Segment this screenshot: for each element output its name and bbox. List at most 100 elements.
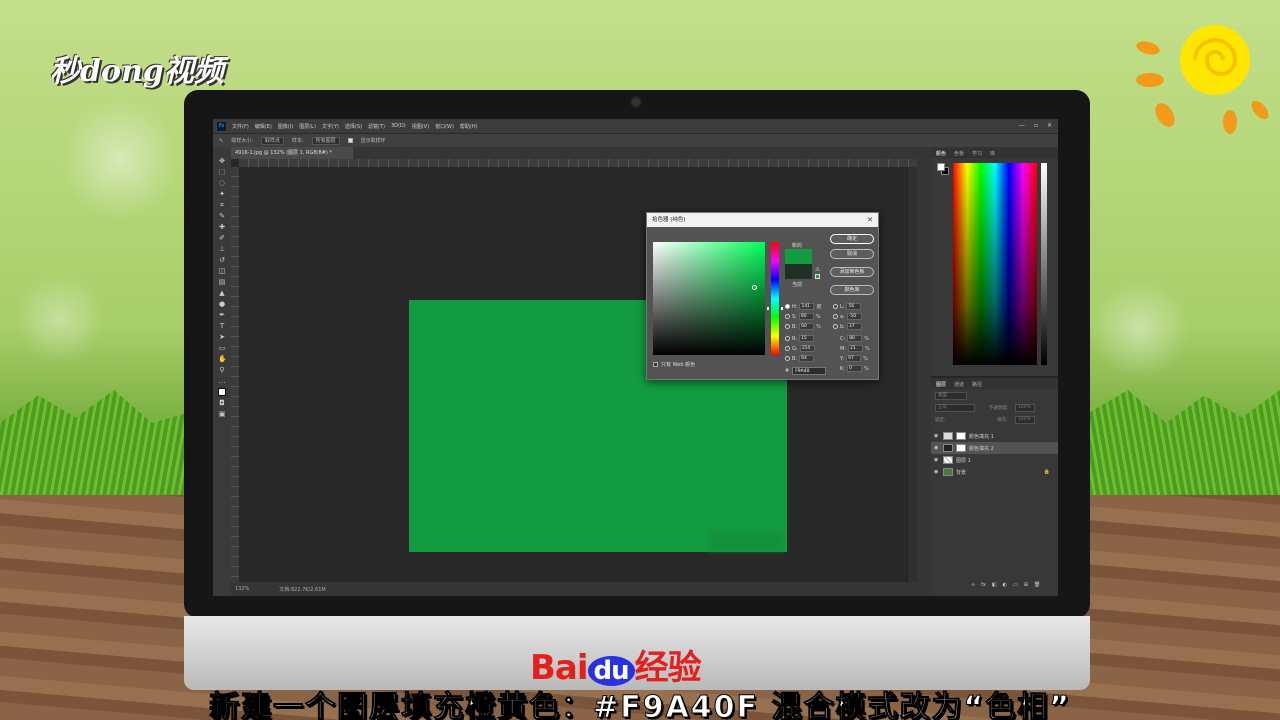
layer-row[interactable]: ◉ 图层 1: [931, 454, 1058, 466]
show-ring-checkbox[interactable]: [347, 138, 353, 143]
close-icon[interactable]: ✕: [1047, 122, 1052, 129]
cancel-button[interactable]: 取消: [830, 249, 874, 259]
ok-button[interactable]: 确定: [830, 234, 874, 244]
menu-type[interactable]: 文字(Y): [322, 123, 339, 130]
healing-tool-icon[interactable]: ✚: [218, 223, 226, 231]
restore-icon[interactable]: ▫: [1034, 122, 1038, 129]
hand-tool-icon[interactable]: ✋: [218, 355, 227, 363]
tab-learn[interactable]: 学习: [972, 150, 982, 157]
menu-edit[interactable]: 编辑(E): [255, 123, 272, 130]
type-tool-icon[interactable]: T: [218, 322, 226, 330]
layer-row-selected[interactable]: ◉ 颜色填充 2: [931, 442, 1058, 454]
sample-select[interactable]: 所有图层: [311, 136, 340, 145]
menu-3d[interactable]: 3D(D): [391, 123, 406, 129]
color-cursor[interactable]: [752, 285, 757, 290]
zoom-tool-icon[interactable]: ⚲: [218, 366, 226, 374]
radio-r[interactable]: [785, 336, 790, 341]
layer-row[interactable]: ◉ 颜色填充 1: [931, 430, 1058, 442]
input-s[interactable]: 90: [798, 313, 814, 320]
layer-row[interactable]: ◉ 背景 🔒: [931, 466, 1058, 478]
input-k[interactable]: 0: [846, 365, 862, 372]
menu-select[interactable]: 选择(S): [345, 123, 362, 130]
zoom-level[interactable]: 132%: [235, 586, 249, 592]
dodge-tool-icon[interactable]: ●: [218, 300, 226, 308]
input-lab-b[interactable]: 37: [846, 323, 862, 330]
input-l[interactable]: 56: [846, 303, 862, 310]
input-a[interactable]: -50: [846, 313, 862, 320]
input-h[interactable]: 141: [799, 303, 815, 310]
grayscale-bar[interactable]: [1041, 163, 1047, 365]
eyedropper-option-icon[interactable]: ✎: [219, 138, 223, 144]
lasso-tool-icon[interactable]: ◌: [218, 179, 226, 187]
marquee-tool-icon[interactable]: ⬚: [218, 168, 226, 176]
minimize-icon[interactable]: —: [1019, 122, 1025, 129]
magic-wand-tool-icon[interactable]: ✦: [218, 190, 226, 198]
path-select-icon[interactable]: ➤: [218, 333, 226, 341]
input-b[interactable]: 60: [799, 323, 815, 330]
input-blue[interactable]: 64: [799, 355, 815, 362]
eraser-tool-icon[interactable]: ◫: [218, 267, 226, 275]
trash-icon[interactable]: 🗑: [1034, 582, 1040, 588]
blend-mode-select[interactable]: 正常: [935, 404, 975, 412]
document-tab[interactable]: 4916-1.jpg @ 132% (图层 1, RGB/8#) *: [231, 147, 353, 159]
close-icon[interactable]: ✕: [867, 213, 873, 227]
web-only-checkbox[interactable]: [653, 362, 658, 367]
foreground-color-swatch[interactable]: [937, 163, 945, 171]
color-libraries-button[interactable]: 颜色库: [830, 285, 874, 295]
input-m[interactable]: 21: [848, 345, 863, 352]
adjustment-icon[interactable]: ◐: [1003, 582, 1007, 588]
tab-layers[interactable]: 图层: [936, 381, 946, 388]
radio-b[interactable]: [785, 324, 790, 329]
move-tool-icon[interactable]: ✥: [218, 157, 226, 165]
menu-filter[interactable]: 滤镜(T): [368, 123, 385, 130]
eye-icon[interactable]: ◉: [934, 457, 940, 463]
crop-tool-icon[interactable]: ⌗: [218, 201, 226, 209]
web-safe-icon[interactable]: [815, 274, 820, 279]
eye-icon[interactable]: ◉: [934, 433, 940, 439]
radio-blue[interactable]: [785, 356, 790, 361]
tab-libraries[interactable]: 库: [990, 150, 995, 157]
tab-channels[interactable]: 通道: [954, 381, 964, 388]
dialog-title-bar[interactable]: 拾色器 (纯色) ✕: [647, 213, 878, 227]
radio-l[interactable]: [833, 304, 838, 309]
current-color-swatch[interactable]: [785, 264, 812, 279]
fx-icon[interactable]: fx: [981, 582, 986, 588]
input-g[interactable]: 154: [799, 345, 815, 352]
group-icon[interactable]: ▭: [1013, 582, 1018, 588]
color-swatch-icon[interactable]: [218, 388, 226, 396]
mask-icon[interactable]: ◧: [992, 582, 997, 588]
stamp-tool-icon[interactable]: ⊥: [218, 245, 226, 253]
tab-color[interactable]: 颜色: [936, 150, 946, 157]
color-spectrum[interactable]: [953, 163, 1037, 365]
tab-paths[interactable]: 路径: [972, 381, 982, 388]
more-tools-icon[interactable]: …: [218, 377, 226, 385]
menu-file[interactable]: 文件(F): [232, 123, 249, 130]
radio-g[interactable]: [785, 346, 790, 351]
fill-field[interactable]: 100%: [1015, 416, 1035, 424]
blur-tool-icon[interactable]: ▲: [218, 289, 226, 297]
pen-tool-icon[interactable]: ✒: [218, 311, 226, 319]
history-brush-icon[interactable]: ↺: [218, 256, 226, 264]
saturation-brightness-field[interactable]: [653, 242, 765, 355]
sample-size-select[interactable]: 取样点: [260, 136, 284, 145]
quick-mask-icon[interactable]: ◘: [218, 399, 226, 407]
menu-window[interactable]: 窗口(W): [435, 123, 454, 130]
eye-icon[interactable]: ◉: [934, 469, 940, 475]
link-icon[interactable]: ∞: [971, 582, 975, 588]
input-r[interactable]: 15: [799, 335, 815, 342]
input-c[interactable]: 80: [847, 335, 863, 342]
eye-icon[interactable]: ◉: [934, 445, 940, 451]
hex-input[interactable]: F9A40: [792, 367, 827, 375]
menu-layer[interactable]: 图层(L): [299, 123, 316, 130]
out-of-gamut-icon[interactable]: ⚠: [815, 266, 820, 273]
eyedropper-tool-icon[interactable]: ✎: [218, 212, 226, 220]
menu-image[interactable]: 图像(I): [278, 123, 293, 130]
menu-view[interactable]: 视图(V): [412, 123, 429, 130]
hue-slider-handle[interactable]: [767, 307, 783, 310]
menu-help[interactable]: 帮助(H): [460, 123, 478, 130]
radio-h[interactable]: [785, 304, 790, 309]
opacity-field[interactable]: 100%: [1015, 404, 1035, 412]
tab-swatches[interactable]: 色板: [954, 150, 964, 157]
add-to-swatches-button[interactable]: 添加到色板: [830, 267, 874, 277]
hue-slider[interactable]: [771, 242, 779, 355]
